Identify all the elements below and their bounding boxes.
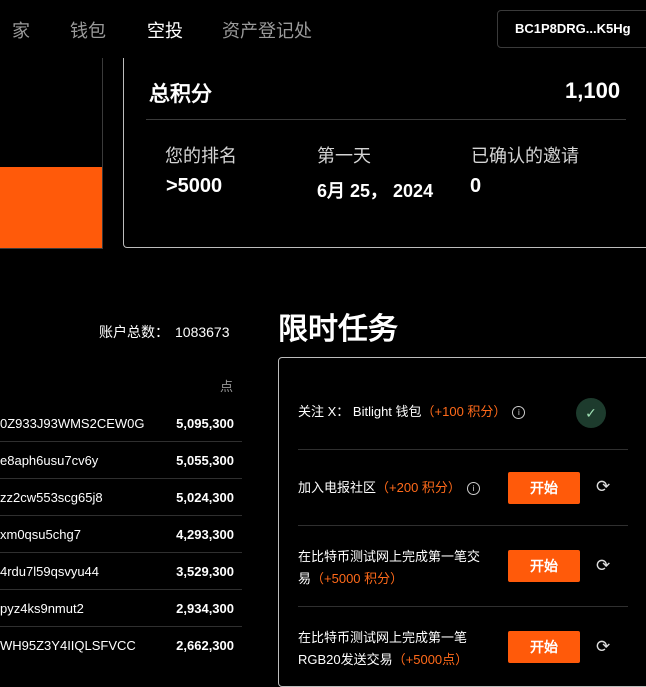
row-address: zz2cw553scg65j8 [0, 490, 103, 505]
confirmed-invites-label: 已确认的邀请 [471, 146, 579, 166]
rank-label: 您的排名 [165, 146, 237, 166]
leaderboard-table: 0Z933J93WMS2CEW0G 5,095,300 e8aph6usu7cv… [0, 405, 242, 663]
account-total-label: 账户总数： [99, 324, 169, 340]
rank-value: >5000 [166, 175, 223, 197]
task-divider [298, 606, 628, 607]
total-points-label: 总积分 [149, 83, 212, 106]
table-row: 4rdu7l59qsvyu44 3,529,300 [0, 552, 242, 589]
row-address: WH95Z3Y4IIQLSFVCC [0, 638, 136, 653]
row-address: 0Z933J93WMS2CEW0G [0, 416, 145, 431]
table-row: xm0qsu5chg7 4,293,300 [0, 515, 242, 552]
nav-item-airdrop[interactable]: 空投 [147, 17, 183, 43]
task-label-line2: 易 [298, 571, 312, 586]
table-row: 0Z933J93WMS2CEW0G 5,095,300 [0, 405, 242, 441]
task-label-line2: RGB20发送交易 [298, 652, 393, 667]
row-points: 5,055,300 [176, 453, 234, 468]
first-day-label: 第一天 [317, 146, 371, 166]
nav-item-wallet[interactable]: 钱包 [70, 17, 106, 43]
row-address: xm0qsu5chg7 [0, 527, 81, 542]
info-icon[interactable]: i [466, 482, 480, 496]
task-label-line1: 在比特币测试网上完成第一笔 [298, 630, 468, 645]
tasks-title: 限时任务 [278, 313, 398, 346]
points-summary-card: 总积分 1,100 您的排名 >5000 第一天 6月 25， 2024 已确认… [123, 58, 646, 248]
row-points: 5,095,300 [176, 416, 234, 431]
table-row: zz2cw553scg65j8 5,024,300 [0, 478, 242, 515]
confirmed-invites-value: 0 [470, 175, 482, 197]
first-day-value: 6月 25， 2024 [317, 181, 434, 201]
task-text: 在比特币测试网上完成第一笔交 易（+5000 积分） [298, 546, 480, 590]
task-label: 加入电报社区 [298, 480, 377, 495]
task-points: （+200 积分） [376, 480, 461, 495]
row-points: 3,529,300 [176, 564, 234, 579]
task-points: （+5000 积分） [311, 571, 404, 586]
row-points: 2,934,300 [176, 601, 234, 616]
task-divider [298, 525, 628, 526]
refresh-icon[interactable]: ⟳ [596, 637, 610, 657]
check-icon: ✓ [576, 398, 606, 428]
account-total: 账户总数： 1083673 [93, 322, 230, 342]
task-text: 加入电报社区（+200 积分） i [298, 477, 480, 499]
tasks-card: 关注 X： Bitlight 钱包（+100 积分） i ✓ 加入电报社区（+20… [278, 357, 646, 687]
card-divider [146, 119, 626, 120]
task-text: 在比特币测试网上完成第一笔 RGB20发送交易（+5000点） [298, 627, 468, 671]
row-address: e8aph6usu7cv6y [0, 453, 99, 468]
refresh-icon[interactable]: ⟳ [596, 556, 610, 576]
table-row: pyz4ks9nmut2 2,934,300 [0, 589, 242, 626]
row-address: pyz4ks9nmut2 [0, 601, 84, 616]
task-label: 关注 X： Bitlight 钱包 [298, 404, 422, 419]
row-points: 2,662,300 [176, 638, 234, 653]
row-points: 4,293,300 [176, 527, 234, 542]
task-divider [298, 449, 628, 450]
task-label-line1: 在比特币测试网上完成第一笔交 [298, 549, 481, 564]
top-nav: 家 钱包 空投 资产登记处 BC1P8DRG...K5Hg [0, 0, 646, 58]
refresh-icon[interactable]: ⟳ [596, 477, 610, 497]
nav-item-asset-registry[interactable]: 资产登记处 [222, 17, 312, 43]
account-total-value: 1083673 [175, 324, 230, 340]
task-points: （+100 积分） [421, 404, 507, 419]
leaderboard-points-header: 点 [220, 379, 234, 394]
table-row: e8aph6usu7cv6y 5,055,300 [0, 441, 242, 478]
info-icon[interactable]: i [512, 406, 526, 420]
nav-item-home[interactable]: 家 [12, 17, 30, 43]
total-points-value: 1,100 [565, 78, 621, 103]
accent-block [0, 167, 102, 248]
row-points: 5,024,300 [176, 490, 234, 505]
table-row: WH95Z3Y4IIQLSFVCC 2,662,300 [0, 626, 242, 663]
wallet-address-button[interactable]: BC1P8DRG...K5Hg [497, 10, 646, 48]
start-button[interactable]: 开始 [508, 631, 580, 663]
start-button[interactable]: 开始 [508, 550, 580, 582]
row-address: 4rdu7l59qsvyu44 [0, 564, 100, 579]
task-points: （+5000点） [392, 652, 469, 667]
task-text: 关注 X： Bitlight 钱包（+100 积分） i [298, 401, 526, 423]
start-button[interactable]: 开始 [508, 472, 580, 504]
